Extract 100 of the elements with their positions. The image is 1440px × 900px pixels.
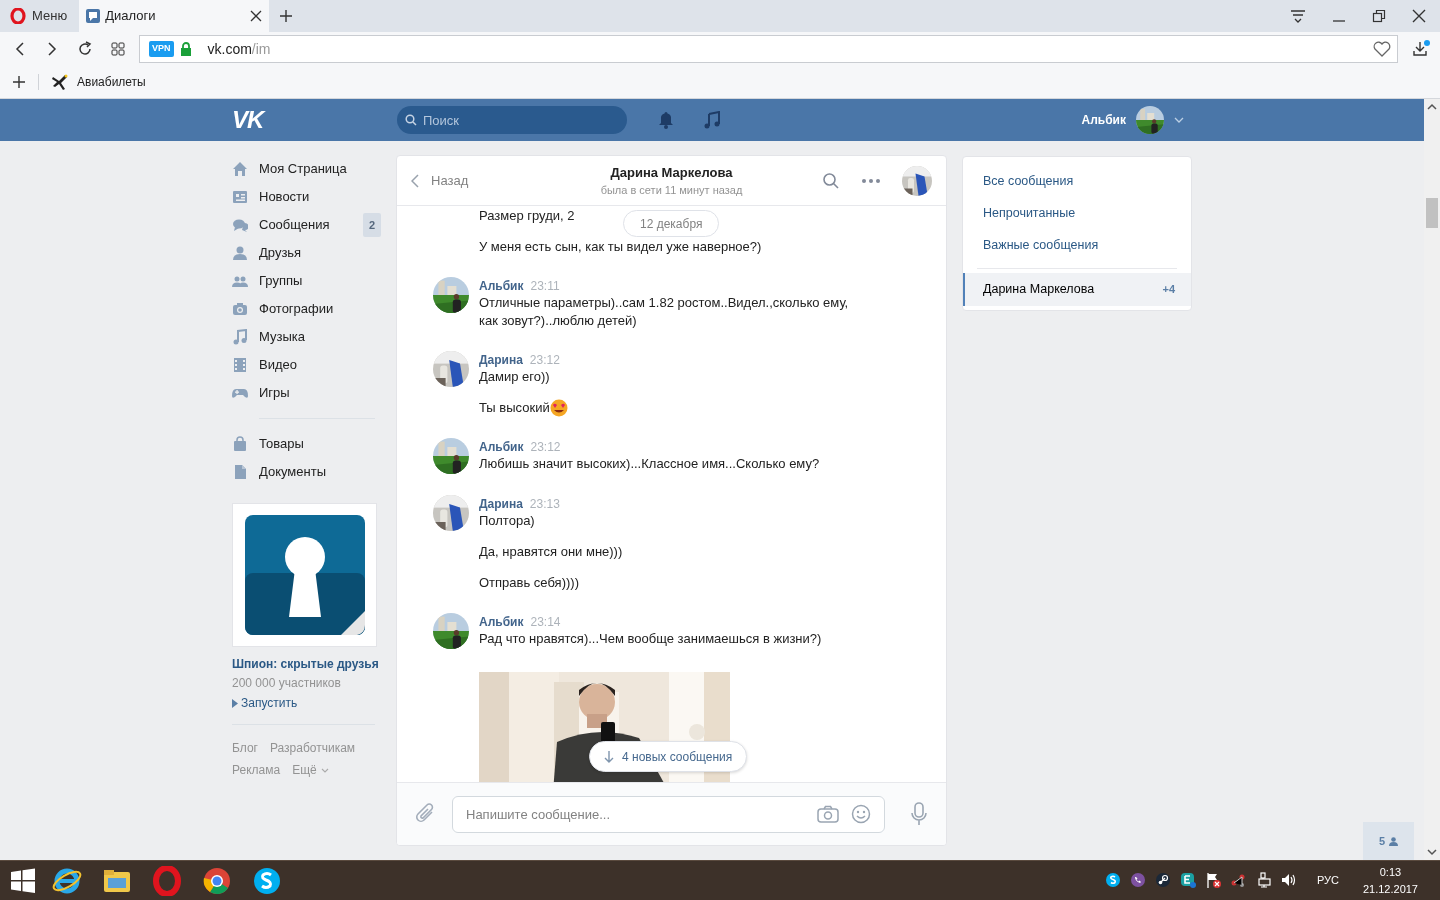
ad-members: 200 000 участников <box>232 675 342 692</box>
heart-icon[interactable] <box>1373 41 1391 57</box>
person-icon <box>232 245 248 261</box>
speed-dial-icon[interactable] <box>111 42 125 56</box>
skype-logo-icon[interactable] <box>1104 872 1122 889</box>
download-icon[interactable] <box>1412 40 1430 58</box>
sidebar-item[interactable]: Документы <box>232 458 381 486</box>
sender-name-link[interactable]: Дарина <box>479 351 523 369</box>
windows-logo-icon[interactable] <box>10 867 36 894</box>
filter-item[interactable]: Все сообщения <box>963 165 1191 197</box>
bookmark-link[interactable]: Авиабилеты <box>51 73 146 91</box>
sidebar-item[interactable]: Фотографии <box>232 295 381 323</box>
camera-icon <box>232 301 248 317</box>
tab-title: Диалоги <box>105 7 157 26</box>
new-messages-button[interactable]: 4 новых сообщения <box>589 741 748 772</box>
search-icon <box>405 114 417 126</box>
play-icon <box>232 698 238 708</box>
sidebar-item[interactable]: Моя Страница <box>232 155 381 183</box>
keyhole-icon <box>242 513 367 637</box>
opera-logo-icon[interactable] <box>10 8 26 24</box>
chevron-left-icon <box>411 173 419 188</box>
address-bar[interactable]: VPN vk.com/im <box>139 35 1398 63</box>
flag-error-icon[interactable] <box>1204 872 1222 889</box>
sidebar-item[interactable]: Товары <box>232 430 381 458</box>
sidebar-item[interactable]: Музыка <box>232 323 381 351</box>
sender-name-link[interactable]: Дарина <box>479 495 523 513</box>
plus-icon[interactable] <box>12 75 26 89</box>
sidebar-item[interactable]: Новости <box>232 183 381 211</box>
arrow-up-icon[interactable] <box>1427 103 1437 111</box>
forward-icon[interactable] <box>45 42 59 56</box>
lock-icon <box>179 42 192 56</box>
plus-icon[interactable] <box>279 9 294 23</box>
chrome-logo-icon[interactable] <box>202 865 232 896</box>
message-time: 23:14 <box>530 614 561 631</box>
reload-icon[interactable] <box>77 41 93 57</box>
date-pill: 12 декабря <box>623 210 720 237</box>
sender-name-link[interactable]: Альбик <box>479 438 524 456</box>
message-text: Ты высокий <box>479 399 550 417</box>
message-text: Дамир его)) <box>479 368 550 386</box>
person-icon <box>1389 836 1399 846</box>
close-icon[interactable] <box>1412 9 1426 23</box>
arrow-down-icon[interactable] <box>1427 848 1437 856</box>
restore-icon[interactable] <box>1372 9 1386 23</box>
sidebar-item[interactable]: Игры <box>232 379 381 407</box>
search-icon[interactable] <box>822 171 840 190</box>
sender-name-link[interactable]: Альбик <box>479 277 524 295</box>
launch-link[interactable]: Запустить <box>232 694 381 712</box>
phone-bubble-icon[interactable] <box>1129 872 1147 889</box>
clock-date[interactable]: 21.12.2017 <box>1362 880 1418 898</box>
more-icon[interactable] <box>862 178 880 183</box>
clock-time[interactable]: 0:13 <box>1379 863 1402 881</box>
caret-icon <box>320 767 329 773</box>
network-nodes-icon[interactable] <box>1229 872 1247 889</box>
close-icon[interactable] <box>249 9 264 23</box>
film-icon <box>232 357 248 373</box>
speech-bubble-icon <box>85 8 102 24</box>
sender-name-link[interactable]: Альбик <box>479 613 524 631</box>
newspaper-icon <box>232 189 248 205</box>
browser-tab[interactable]: Диалоги <box>79 0 270 32</box>
message-time: 23:12 <box>530 439 561 456</box>
language-indicator[interactable]: РУС <box>1316 872 1339 889</box>
user-menu[interactable]: Альбик <box>1081 106 1192 134</box>
sidebar-item[interactable]: Группы <box>232 267 381 295</box>
message-time: 23:13 <box>529 496 560 513</box>
menu-button[interactable]: Меню <box>0 0 80 32</box>
ad-image[interactable] <box>232 503 377 647</box>
filter-item[interactable]: Важные сообщения <box>963 229 1191 261</box>
filter-item[interactable]: Дарина Маркелова +4 <box>963 273 1191 306</box>
opera-logo-icon[interactable] <box>152 865 182 896</box>
caret-icon <box>1174 117 1184 123</box>
arrow-down-icon <box>604 750 614 763</box>
home-icon <box>232 161 248 177</box>
last-seen-status: была в сети 11 минут назад <box>600 183 743 198</box>
sidebar-item[interactable]: Видео <box>232 351 381 379</box>
airplane-icon <box>51 73 69 91</box>
count-badge: 2 <box>362 212 381 238</box>
sidebar-item[interactable]: Сообщения 2 <box>232 211 381 239</box>
message-text: Рад что нравятся)...Чем вообще занимаешься в жизни?) <box>479 630 822 648</box>
vk-logo[interactable]: VK <box>232 102 397 138</box>
message-text: Отправь себя)))) <box>479 574 579 592</box>
speech-bubbles-icon <box>232 217 248 233</box>
message-time: 23:11 <box>530 278 560 295</box>
message-text: Да, нравятся они мне))) <box>479 543 623 561</box>
tab-menu-icon[interactable] <box>1290 9 1306 23</box>
skype-logo-icon[interactable] <box>252 865 282 896</box>
document-icon <box>232 464 248 480</box>
message-text: Размер груди, 2 <box>479 207 575 225</box>
message-text: У меня есть сын, как ты видел уже наверное?) <box>479 238 762 256</box>
steam-logo-icon[interactable] <box>1154 872 1172 889</box>
sidebar-item[interactable]: Друзья <box>232 239 381 267</box>
filter-item[interactable]: Непрочитанные <box>963 197 1191 229</box>
message-time: 23:12 <box>529 352 560 369</box>
message-field[interactable]: Напишите сообщение... <box>452 795 885 833</box>
back-icon[interactable] <box>13 42 27 56</box>
back-link[interactable]: Назад <box>411 170 571 191</box>
ad-title-link[interactable]: Шпион: скрытые друзья <box>232 655 381 673</box>
url-text: vk.com/im <box>207 39 272 59</box>
message-text: Отличные параметры)..сам 1.82 ростом..Видел.,сколько ему, как зовут?)..люблю детей) <box>479 294 850 330</box>
bag-icon <box>232 436 248 452</box>
scrollbar-thumb[interactable] <box>1426 198 1438 228</box>
